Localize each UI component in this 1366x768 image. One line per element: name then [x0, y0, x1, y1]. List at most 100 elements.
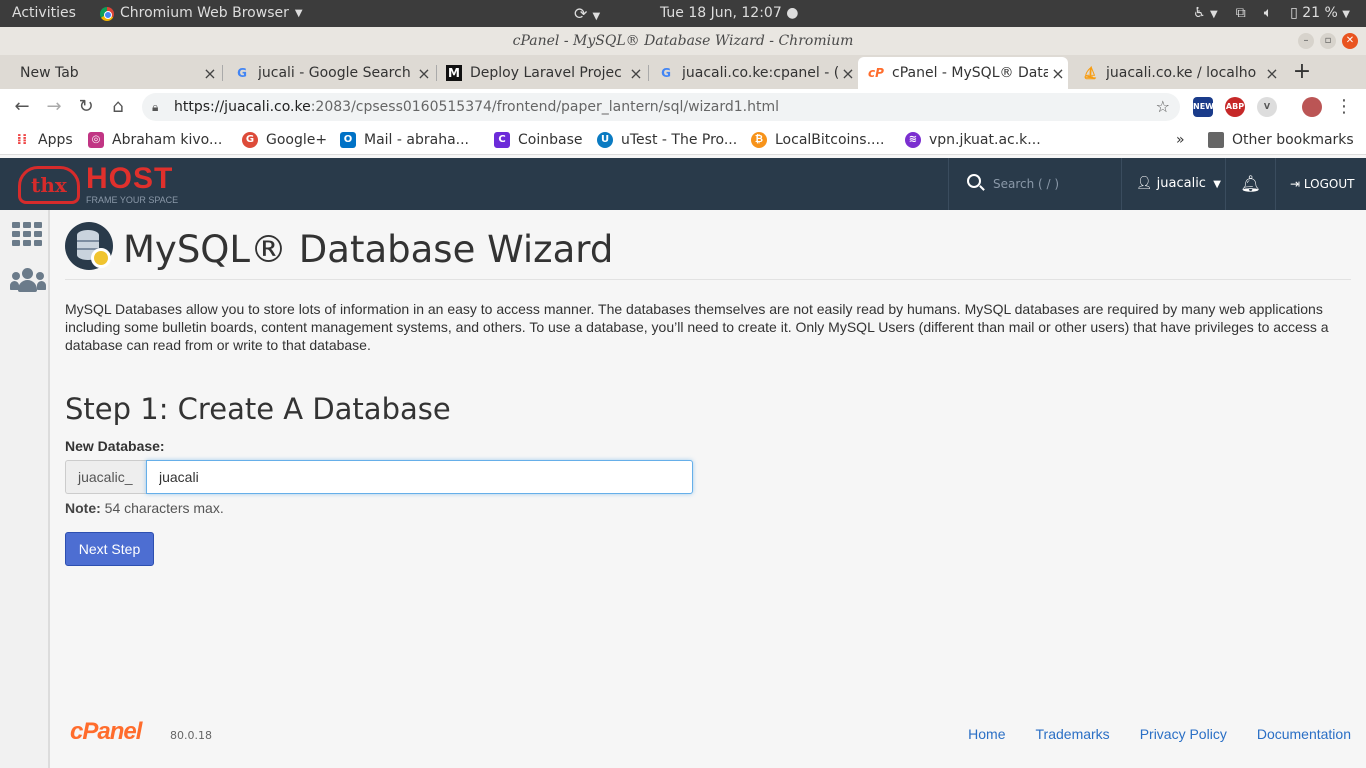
maximize-icon[interactable]: ▫ — [1320, 33, 1336, 49]
google-icon: G — [661, 66, 671, 80]
tab-new-tab[interactable]: New Tab × — [10, 57, 220, 89]
close-window-icon[interactable]: ✕ — [1342, 33, 1358, 49]
localbitcoins-icon: ₿ — [751, 132, 767, 148]
back-arrow-icon[interactable]: ← — [10, 95, 34, 119]
footer-link-privacy-policy[interactable]: Privacy Policy — [1140, 726, 1227, 742]
home-icon[interactable]: ⌂ — [106, 95, 130, 119]
other-bookmarks[interactable]: Other bookmarks — [1208, 125, 1354, 155]
next-step-button[interactable]: Next Step — [65, 532, 154, 566]
bookmark-star-icon[interactable]: ☆ — [1156, 93, 1170, 121]
bookmark-utest[interactable]: U uTest - The Pro... — [597, 125, 737, 155]
logo-tagline: FRAME YOUR SPACE — [86, 195, 179, 205]
new-database-input[interactable] — [146, 460, 693, 494]
tab-label: New Tab — [20, 65, 79, 81]
bookmark-google-plus[interactable]: G Google+ — [242, 125, 327, 155]
tab-strip: New Tab × G jucali - Google Search × M D… — [0, 55, 1366, 89]
close-tab-icon[interactable]: × — [838, 64, 858, 83]
accessibility-icon[interactable]: ♿ ▼ — [1193, 0, 1218, 28]
page-title: MySQL® Database Wizard — [123, 228, 614, 271]
coinbase-icon: C — [494, 132, 510, 148]
google-plus-icon: G — [242, 132, 258, 148]
cpanel-logo[interactable]: cPanel — [70, 718, 142, 746]
extension-new-icon[interactable]: NEW — [1193, 97, 1214, 117]
app-menu[interactable]: Chromium Web Browser ▼ — [100, 0, 303, 27]
user-icon: 👤︎ — [1136, 176, 1153, 191]
google-icon: G — [237, 66, 247, 80]
tab-google-search[interactable]: G jucali - Google Search × — [224, 57, 434, 89]
footer-links: Home Trademarks Privacy Policy Documenta… — [968, 726, 1351, 742]
mysql-database-icon — [65, 222, 113, 270]
logout-button[interactable]: ⇥ LOGOUT — [1276, 158, 1366, 210]
instagram-icon: ◎ — [88, 132, 104, 148]
logo-mark: thx — [18, 166, 80, 204]
more-menu-icon[interactable]: ⋮ — [1332, 95, 1356, 119]
app-name: Chromium Web Browser — [120, 5, 289, 21]
lock-icon[interactable]: 🔒︎ — [152, 93, 158, 121]
divider — [65, 279, 1351, 280]
home-grid-icon[interactable] — [12, 222, 42, 246]
close-tab-icon[interactable]: × — [414, 64, 434, 83]
users-icon[interactable] — [10, 268, 46, 294]
note-text: Note: 54 characters max. — [65, 500, 224, 516]
bookmark-mail[interactable]: O Mail - abraha... — [340, 125, 469, 155]
folder-icon — [1208, 132, 1224, 148]
volume-icon[interactable]: 🔈︎ — [1264, 0, 1272, 27]
browser-toolbar: ← → ↻ ⌂ 🔒︎ https://juacali.co.ke:2083/cp… — [0, 89, 1366, 125]
bookmark-instagram[interactable]: ◎ Abraham kivo... — [88, 125, 222, 155]
user-menu[interactable]: 👤︎ juacalic ▼ — [1122, 158, 1226, 210]
phpmyadmin-icon: ⛵︎ — [1082, 66, 1098, 80]
bookmark-vpn[interactable]: ≋ vpn.jkuat.ac.k... — [905, 125, 1041, 155]
chevron-down-icon: ▼ — [294, 8, 303, 19]
minimize-icon[interactable]: – — [1298, 33, 1314, 49]
cpanel-version: 80.0.18 — [170, 729, 212, 742]
battery-indicator[interactable]: ▯ 21 % ▼ — [1290, 0, 1350, 28]
tab-juacali-cpanel[interactable]: G juacali.co.ke:cpanel - ( × — [648, 57, 858, 89]
url-text: https://juacali.co.ke:2083/cpsess0160515… — [174, 99, 780, 115]
extension-v-icon[interactable]: V — [1257, 97, 1277, 117]
logout-icon: ⇥ — [1290, 177, 1301, 191]
clock[interactable]: Tue 18 Jun, 12:07 ● — [660, 0, 798, 27]
utest-icon: U — [597, 132, 613, 148]
activities-button[interactable]: Activities — [12, 0, 76, 27]
cpanel-icon: cP — [868, 66, 884, 80]
system-tray[interactable]: ♿ ▼ ⧉ 🔈︎ ▯ 21 % ▼ — [1193, 0, 1350, 27]
tab-label: Deploy Laravel Projec — [470, 65, 622, 81]
vpn-icon: ≋ — [905, 132, 921, 148]
bookmark-apps[interactable]: ⁞⁞ Apps — [14, 125, 73, 155]
sidebar — [0, 210, 50, 768]
system-top-bar: Activities Chromium Web Browser ▼ ⟳ ▼ Tu… — [0, 0, 1366, 27]
chevron-down-icon: ▼ — [1210, 179, 1221, 190]
close-tab-icon[interactable]: × — [200, 64, 220, 83]
header-search[interactable]: Search ( / ) — [948, 158, 1122, 210]
outlook-icon: O — [340, 132, 356, 148]
footer-link-home[interactable]: Home — [968, 726, 1005, 742]
reload-icon[interactable]: ↻ — [74, 95, 98, 119]
network-icon[interactable]: ⧉ — [1236, 0, 1246, 27]
sync-icon[interactable]: ⟳ ▼ — [574, 0, 600, 27]
new-database-input-group: juacalic_ — [65, 460, 693, 494]
tab-deploy-laravel[interactable]: M Deploy Laravel Projec × — [436, 57, 646, 89]
window-title: cPanel - MySQL® Database Wizard - Chromi… — [512, 33, 854, 49]
forward-arrow-icon[interactable]: → — [42, 95, 66, 119]
profile-avatar[interactable] — [1302, 97, 1322, 117]
footer-link-documentation[interactable]: Documentation — [1257, 726, 1351, 742]
step-title: Step 1: Create A Database — [65, 392, 451, 426]
tab-label: juacali.co.ke:cpanel - ( — [682, 65, 838, 81]
tab-cpanel-mysql[interactable]: cP cPanel - MySQL® Data × — [858, 57, 1068, 89]
bookmark-coinbase[interactable]: C Coinbase — [494, 125, 582, 155]
adblock-icon[interactable]: ABP — [1225, 97, 1245, 117]
close-tab-icon[interactable]: × — [626, 64, 646, 83]
footer: cPanel 80.0.18 Home Trademarks Privacy P… — [65, 718, 1351, 748]
apps-grid-icon: ⁞⁞ — [16, 132, 28, 148]
address-bar[interactable]: 🔒︎ https://juacali.co.ke:2083/cpsess0160… — [142, 93, 1180, 121]
footer-link-trademarks[interactable]: Trademarks — [1036, 726, 1110, 742]
bookmark-localbitcoins[interactable]: ₿ LocalBitcoins.... — [751, 125, 884, 155]
close-tab-icon[interactable]: × — [1048, 64, 1068, 83]
notifications-bell-icon[interactable]: 🔔︎ — [1226, 158, 1276, 210]
cpanel-header: thx HOST FRAME YOUR SPACE Search ( / ) 👤… — [0, 158, 1366, 210]
new-tab-button[interactable]: + — [1290, 57, 1314, 89]
close-tab-icon[interactable]: × — [1262, 64, 1282, 83]
tab-label: cPanel - MySQL® Data — [892, 65, 1048, 81]
bookmarks-overflow[interactable]: » — [1176, 125, 1185, 155]
tab-phpmyadmin[interactable]: ⛵︎ juacali.co.ke / localho × — [1072, 57, 1282, 89]
